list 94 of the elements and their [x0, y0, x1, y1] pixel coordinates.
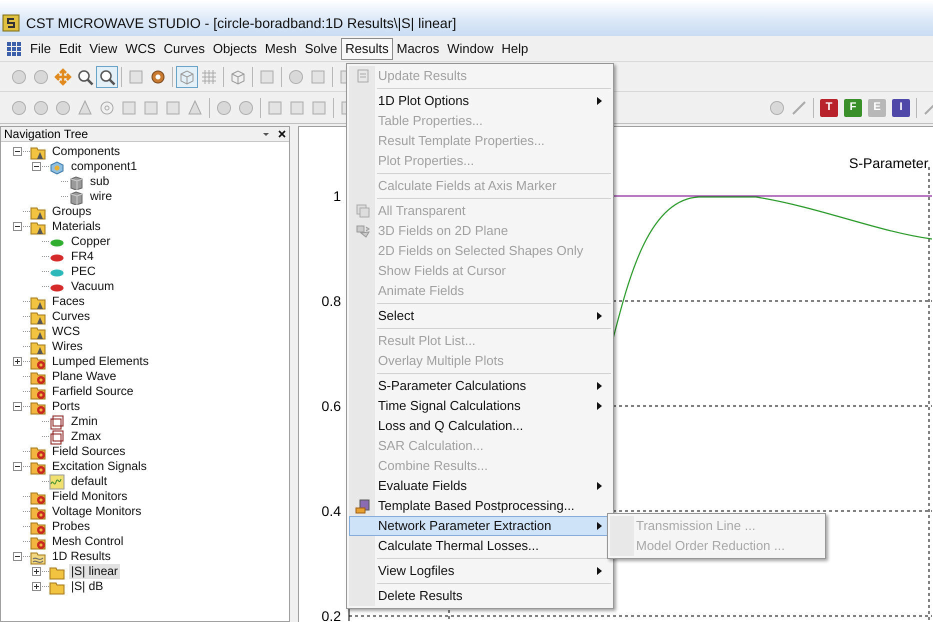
- letter-tool-button[interactable]: T: [820, 98, 838, 116]
- window-title: CST MICROWAVE STUDIO - [circle-boradband:1D Results\|S| linear]: [26, 14, 456, 33]
- panel-title: Navigation Tree: [4, 127, 90, 143]
- tree-item[interactable]: Ports: [50, 399, 82, 414]
- menu-item[interactable]: View Logfiles: [349, 561, 611, 581]
- menu-bar-item[interactable]: Window: [443, 38, 498, 60]
- tree-item[interactable]: Curves: [50, 309, 92, 324]
- tree-item[interactable]: Copper: [69, 234, 112, 249]
- tree-item[interactable]: Field Monitors: [50, 489, 130, 504]
- tree-item[interactable]: component1: [69, 159, 140, 174]
- tree-item[interactable]: Field Sources: [50, 444, 128, 459]
- y-tick-label: 0.6: [322, 398, 341, 414]
- menu-bar-item[interactable]: Edit: [54, 38, 86, 60]
- close-icon[interactable]: [278, 130, 286, 138]
- cube-icon: [68, 174, 84, 190]
- submenu-arrow-icon: [597, 402, 602, 410]
- tree-item[interactable]: Mesh Control: [50, 534, 126, 549]
- submenu-arrow-icon: [597, 482, 602, 490]
- tree-item[interactable]: Excitation Signals: [50, 459, 149, 474]
- component-icon: [49, 158, 65, 174]
- port-icon: [49, 414, 65, 430]
- submenu-arrow-icon: [597, 97, 602, 105]
- tree-item[interactable]: Probes: [50, 519, 92, 534]
- tree-item[interactable]: Plane Wave: [50, 369, 118, 384]
- menu-bar-item[interactable]: Results: [341, 38, 393, 60]
- tree-item[interactable]: 1D Results: [50, 549, 113, 564]
- collapse-toggle-icon[interactable]: [12, 402, 22, 411]
- tree-item[interactable]: Zmin: [69, 414, 100, 429]
- menu-item[interactable]: Time Signal Calculations: [349, 396, 611, 416]
- tree-item[interactable]: Voltage Monitors: [50, 504, 144, 519]
- tree-item[interactable]: Groups: [50, 204, 94, 219]
- menu-bar-item[interactable]: Objects: [208, 38, 261, 60]
- menu-item[interactable]: Calculate Thermal Losses...: [349, 536, 611, 556]
- menu-item[interactable]: Template Based Postprocessing...: [349, 496, 611, 516]
- submenu-arrow-icon: [597, 312, 602, 320]
- document-icon: [355, 68, 371, 84]
- menu-item[interactable]: Evaluate Fields: [349, 476, 611, 496]
- menu-item[interactable]: Select: [349, 306, 611, 326]
- tree-item[interactable]: Farfield Source: [50, 384, 136, 399]
- tree-item[interactable]: wire: [88, 189, 114, 204]
- tree-item[interactable]: sub: [88, 174, 112, 189]
- y-tick-label: 1: [333, 188, 341, 204]
- plot-title: S-Parameter: [849, 155, 928, 171]
- submenu-arrow-icon: [597, 382, 602, 390]
- expand-toggle-icon[interactable]: [32, 567, 40, 576]
- y-tick-label: 0.8: [322, 293, 341, 309]
- submenu-arrow-icon: [597, 522, 602, 530]
- zoom-icon[interactable]: [96, 66, 118, 88]
- menu-bar-item[interactable]: File: [26, 38, 55, 60]
- expand-toggle-icon[interactable]: [12, 357, 22, 366]
- menu-item[interactable]: Loss and Q Calculation...: [349, 416, 611, 436]
- menu-bar-item[interactable]: Macros: [392, 38, 444, 60]
- tree-item[interactable]: |S| linear: [69, 564, 120, 579]
- menu-bar-item[interactable]: Curves: [160, 38, 209, 60]
- menu-item[interactable]: S-Parameter Calculations: [349, 376, 611, 396]
- letter-tool-button[interactable]: I: [892, 98, 910, 116]
- cube-icon: [68, 188, 84, 204]
- cube-icon[interactable]: [176, 66, 198, 88]
- submenu-arrow-icon: [597, 567, 602, 575]
- tree-item[interactable]: PEC: [69, 264, 98, 279]
- port-icon: [49, 428, 65, 444]
- menu-item[interactable]: 1D Plot Options: [349, 91, 611, 111]
- menu-bar-item[interactable]: Mesh: [260, 38, 301, 60]
- menu-bar-item[interactable]: WCS: [121, 38, 160, 60]
- cubes-icon: [355, 203, 371, 219]
- tree-item[interactable]: WCS: [50, 324, 82, 339]
- collapse-toggle-icon[interactable]: [32, 162, 40, 171]
- tree-item[interactable]: FR4: [69, 249, 96, 264]
- template-icon: [355, 498, 371, 514]
- menu-item[interactable]: Delete Results: [349, 586, 611, 606]
- letter-tool-button[interactable]: F: [844, 98, 862, 116]
- app-logo-icon: [2, 14, 20, 32]
- y-tick-label: 0.2: [322, 608, 341, 621]
- tree-item[interactable]: Lumped Elements: [50, 354, 151, 369]
- tree-item[interactable]: Materials: [50, 219, 103, 234]
- tree-item[interactable]: Vacuum: [69, 279, 116, 294]
- expand-toggle-icon[interactable]: [32, 582, 40, 591]
- collapse-toggle-icon[interactable]: [12, 552, 22, 561]
- collapse-toggle-icon[interactable]: [12, 462, 22, 471]
- tree-item[interactable]: |S| dB: [69, 579, 106, 594]
- y-tick-label: 0.4: [322, 503, 341, 519]
- tree-item[interactable]: Components: [50, 144, 122, 159]
- collapse-toggle-icon[interactable]: [12, 222, 22, 231]
- dropdown-icon[interactable]: [262, 130, 270, 138]
- tree-item[interactable]: default: [69, 474, 110, 489]
- tree-item[interactable]: Wires: [50, 339, 85, 354]
- cubes-arrow-icon: [355, 223, 371, 239]
- menu-bar-item[interactable]: View: [85, 38, 122, 60]
- collapse-toggle-icon[interactable]: [12, 147, 22, 156]
- menu-bar-item[interactable]: Help: [497, 38, 532, 60]
- tree-item[interactable]: Zmax: [69, 429, 103, 444]
- menu-bar-item[interactable]: Solve: [300, 38, 342, 60]
- tree-item[interactable]: Faces: [50, 294, 87, 309]
- grid-handle-icon[interactable]: [6, 40, 22, 56]
